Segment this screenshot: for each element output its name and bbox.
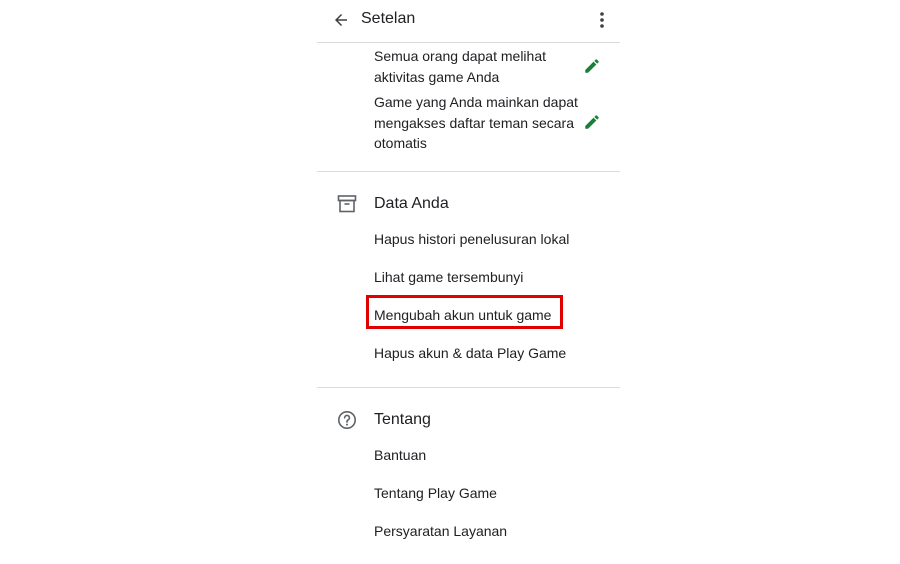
header-divider: [317, 42, 620, 43]
menu-item-clear-search-history[interactable]: Hapus histori penelusuran lokal: [374, 231, 569, 247]
privacy-item-line: mengakses daftar teman secara: [374, 114, 574, 131]
pencil-icon: [585, 115, 599, 129]
privacy-item-line: Semua orang dapat melihat: [374, 48, 546, 64]
menu-item-about-play-games[interactable]: Tentang Play Game: [374, 485, 497, 501]
edit-friends-access-button[interactable]: [582, 112, 602, 132]
highlight-annotation-box: [366, 295, 563, 329]
more-options-button[interactable]: [592, 8, 612, 32]
section-divider: [317, 387, 620, 388]
section-divider: [317, 171, 620, 172]
more-vert-icon: [600, 12, 604, 28]
page-title: Setelan: [361, 10, 416, 27]
help-circle-icon: [336, 409, 358, 431]
app-bar: Setelan: [317, 0, 620, 42]
settings-screen: Setelan Semua orang dapat melihat aktivi…: [0, 0, 900, 564]
privacy-item-line: aktivitas game Anda: [374, 68, 500, 85]
section-title-about: Tentang: [374, 411, 431, 428]
privacy-item-friends-access: Game yang Anda mainkan dapat mengakses d…: [374, 92, 578, 154]
privacy-item-line: Game yang Anda mainkan dapat: [374, 94, 578, 110]
archive-box-icon: [336, 193, 358, 215]
menu-item-help[interactable]: Bantuan: [374, 447, 426, 463]
section-title-data: Data Anda: [374, 195, 449, 212]
privacy-item-activity-visibility: Semua orang dapat melihat aktivitas game…: [374, 46, 546, 87]
pencil-icon: [585, 59, 599, 73]
back-button[interactable]: [329, 8, 353, 32]
arrow-back-icon: [335, 14, 347, 26]
menu-item-delete-account-data[interactable]: Hapus akun & data Play Game: [374, 345, 566, 361]
edit-activity-visibility-button[interactable]: [582, 56, 602, 76]
privacy-item-line: otomatis: [374, 135, 427, 151]
menu-item-terms-of-service[interactable]: Persyaratan Layanan: [374, 523, 507, 539]
menu-item-hidden-games[interactable]: Lihat game tersembunyi: [374, 269, 523, 285]
